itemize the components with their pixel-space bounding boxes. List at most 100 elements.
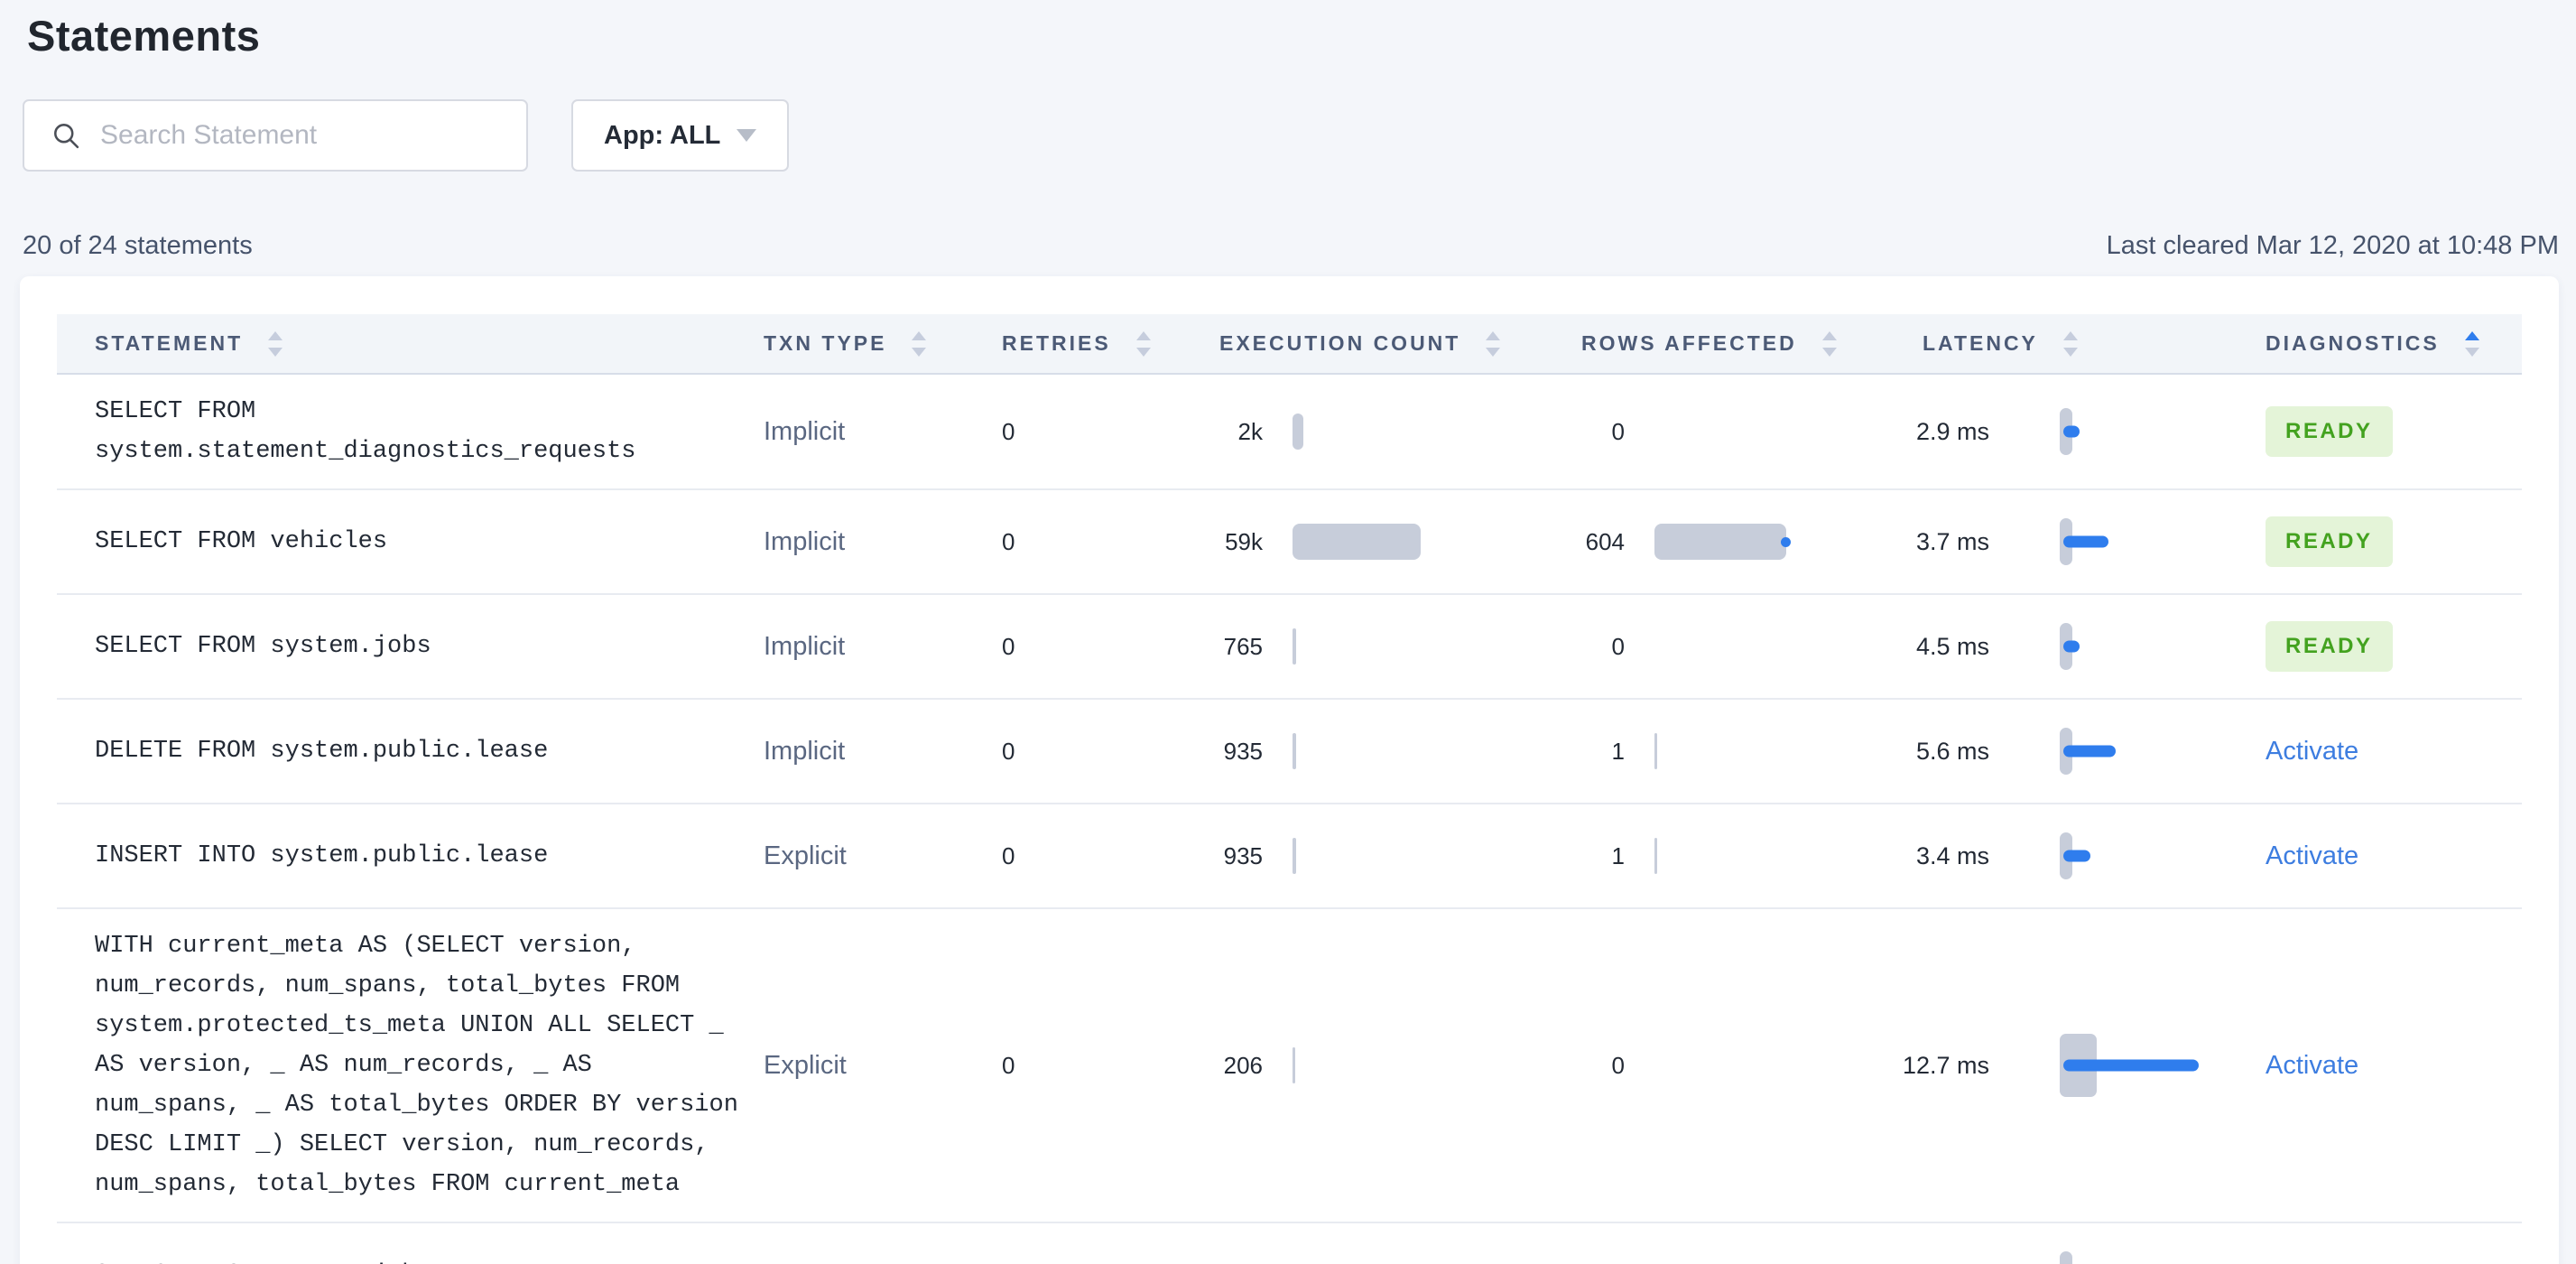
statement-text[interactable]: DELETE FROM system.public.lease bbox=[95, 731, 548, 771]
column-header-label: TXN TYPE bbox=[764, 331, 887, 355]
column-header-latency[interactable]: LATENCY bbox=[1899, 330, 2266, 357]
search-icon bbox=[54, 124, 79, 149]
diagnostics-activate-link[interactable]: Activate bbox=[2266, 841, 2358, 871]
diagnostics-ready-badge[interactable]: READY bbox=[2266, 621, 2393, 672]
column-header-rows-affected[interactable]: ROWS AFFECTED bbox=[1581, 330, 1899, 357]
table-row: INSERT INTO system.public.lease Explicit 0… bbox=[57, 804, 2522, 909]
retries-value: 0 bbox=[1002, 632, 1015, 660]
statement-text[interactable]: SELECT FROM system.jobs bbox=[95, 627, 431, 666]
sort-desc-icon bbox=[912, 347, 927, 357]
statement-cell: DELETE FROM system.public.lease bbox=[57, 731, 764, 771]
sort-asc-icon bbox=[1135, 330, 1151, 340]
column-header-retries[interactable]: RETRIES bbox=[1002, 330, 1219, 357]
statement-cell: SELECT FROM system.statement_diagnostics… bbox=[57, 392, 764, 471]
latency-bar-chart bbox=[2060, 822, 2249, 890]
table-body: SELECT FROM system.statement_diagnostics… bbox=[57, 375, 2522, 1264]
execution-count-cell: 765 bbox=[1219, 627, 1581, 666]
txn-type-cell: Implicit bbox=[764, 632, 1002, 662]
statements-table-card: STATEMENT TXN TYPE RETRIES EXECUTION COUNT R… bbox=[20, 276, 2559, 1264]
diagnostics-ready-badge[interactable]: READY bbox=[2266, 516, 2393, 567]
execution-count-bar bbox=[1293, 838, 1296, 874]
diagnostics-cell: Activate bbox=[2266, 737, 2522, 767]
execution-count-bar-area bbox=[1293, 731, 1296, 771]
rows-affected-value: 0 bbox=[1611, 632, 1625, 660]
search-box[interactable] bbox=[23, 99, 528, 172]
diagnostics-activate-link[interactable]: Activate bbox=[2266, 1260, 2358, 1264]
retries-cell: 0 bbox=[1002, 1052, 1219, 1080]
txn-type-value: Implicit bbox=[764, 631, 846, 661]
rows-affected-cell: 1 bbox=[1581, 731, 1899, 771]
diagnostics-cell: Activate bbox=[2266, 1051, 2522, 1081]
statement-cell: WITH current_meta AS (SELECT version, nu… bbox=[57, 926, 764, 1204]
retries-value: 0 bbox=[1002, 1261, 1015, 1264]
diagnostics-cell: READY bbox=[2266, 621, 2522, 672]
retries-cell: 0 bbox=[1002, 842, 1219, 870]
rows-affected-bar-area bbox=[1654, 731, 1657, 771]
column-header-execution-count[interactable]: EXECUTION COUNT bbox=[1219, 330, 1581, 357]
statement-text[interactable]: INSERT INTO system.public.lease bbox=[95, 836, 548, 876]
statement-text[interactable]: SELECT FROM system.statement_diagnostics… bbox=[95, 392, 636, 471]
latency-bar-chart bbox=[2060, 717, 2249, 785]
column-header-label: LATENCY bbox=[1923, 331, 2038, 355]
retries-cell: 0 bbox=[1002, 418, 1219, 446]
column-header-statement[interactable]: STATEMENT bbox=[57, 314, 764, 373]
execution-count-cell: 59k bbox=[1219, 522, 1581, 562]
latency-mean-bar bbox=[2063, 535, 2108, 548]
column-header-label: EXECUTION COUNT bbox=[1219, 331, 1461, 355]
column-header-label: RETRIES bbox=[1002, 331, 1111, 355]
latency-cell: 5.6 ms bbox=[1899, 717, 2266, 785]
retries-cell: 0 bbox=[1002, 738, 1219, 766]
execution-count-bar-area bbox=[1293, 1046, 1295, 1085]
last-cleared-timestamp: Last cleared Mar 12, 2020 at 10:48 PM bbox=[2106, 231, 2559, 260]
app-filter-dropdown[interactable]: App: ALL bbox=[571, 99, 790, 172]
latency-bar-chart bbox=[2060, 612, 2249, 681]
execution-count-value: 9 bbox=[1219, 1261, 1263, 1264]
app-filter-label: App: ALL bbox=[604, 120, 721, 150]
rows-affected-value: 0 bbox=[1611, 1051, 1625, 1079]
sort-desc-icon bbox=[1821, 347, 1837, 357]
execution-count-cell: 935 bbox=[1219, 836, 1581, 876]
sort-asc-icon bbox=[912, 330, 927, 340]
execution-count-bar-area bbox=[1293, 627, 1296, 666]
diagnostics-ready-badge[interactable]: READY bbox=[2266, 406, 2393, 457]
column-header-txn-type[interactable]: TXN TYPE bbox=[764, 330, 1002, 357]
search-input[interactable] bbox=[100, 120, 526, 151]
column-header-label: STATEMENT bbox=[95, 331, 244, 355]
sort-arrows-icon bbox=[268, 330, 283, 357]
latency-cell: 2.9 ms bbox=[1899, 397, 2266, 466]
retries-value: 0 bbox=[1002, 527, 1015, 555]
sort-arrows-icon bbox=[1821, 330, 1837, 357]
rows-affected-cell: 604 bbox=[1581, 522, 1899, 562]
execution-count-value: 935 bbox=[1223, 841, 1263, 869]
table-row: SELECT FROM system.statement_diagnostics… bbox=[57, 375, 2522, 490]
statement-cell: SELECT FROM system.jobs bbox=[57, 627, 764, 666]
txn-type-cell: Explicit bbox=[764, 841, 1002, 871]
diagnostics-activate-link[interactable]: Activate bbox=[2266, 1051, 2358, 1081]
rows-affected-value: 0 bbox=[1581, 1261, 1625, 1264]
diagnostics-activate-link[interactable]: Activate bbox=[2266, 737, 2358, 767]
statement-text[interactable]: WITH current_meta AS (SELECT version, nu… bbox=[95, 926, 738, 1204]
txn-type-value: Implicit bbox=[764, 736, 846, 766]
execution-count-bar bbox=[1293, 733, 1296, 769]
latency-cell: 5.9 ms bbox=[1899, 1241, 2266, 1264]
status-line: 20 of 24 statements Last cleared Mar 12,… bbox=[23, 231, 2559, 261]
statement-text[interactable]: SELECT FROM system.jobs bbox=[95, 1255, 431, 1264]
rows-affected-bar bbox=[1654, 838, 1657, 874]
sort-asc-icon bbox=[268, 330, 283, 340]
execution-count-bar bbox=[1293, 524, 1421, 560]
execution-count-value: 206 bbox=[1223, 1051, 1263, 1079]
latency-value: 3.7 ms bbox=[1915, 527, 1989, 555]
statement-text[interactable]: SELECT FROM vehicles bbox=[95, 522, 387, 562]
execution-count-cell: 2k bbox=[1219, 412, 1581, 451]
sort-asc-icon bbox=[1486, 330, 1501, 340]
retries-value: 0 bbox=[1002, 841, 1015, 869]
latency-value: 12.7 ms bbox=[1902, 1051, 1989, 1079]
execution-count-bar bbox=[1293, 628, 1296, 665]
column-header-diagnostics[interactable]: DIAGNOSTICS bbox=[2266, 330, 2522, 357]
table-row: SELECT FROM system.jobs Implicit 0 765 0 4.5 … bbox=[57, 595, 2522, 700]
table-row: SELECT FROM vehicles Implicit 0 59k 604 3.7 m… bbox=[57, 490, 2522, 595]
execution-count-cell: 935 bbox=[1219, 731, 1581, 771]
sort-desc-icon bbox=[1135, 347, 1151, 357]
latency-value: 5.9 ms bbox=[1899, 1261, 1989, 1264]
statements-count: 20 of 24 statements bbox=[23, 231, 253, 260]
